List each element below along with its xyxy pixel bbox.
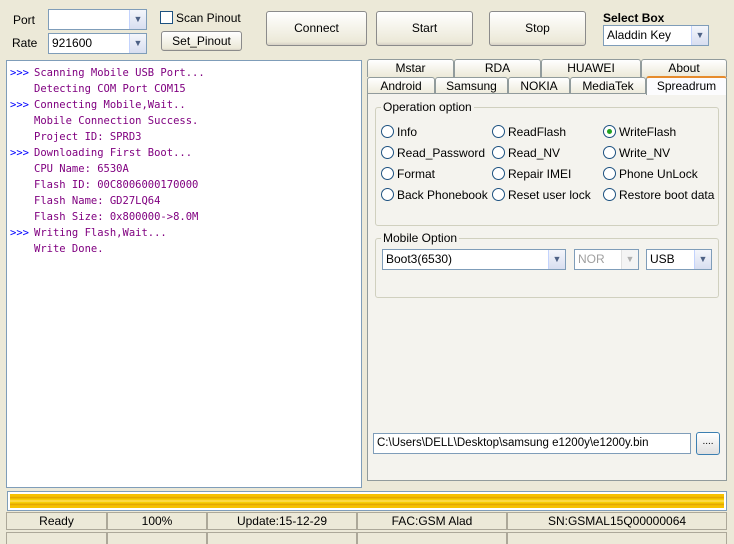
log-line: CPU Name: 6530A (34, 163, 129, 175)
scan-pinout-checkbox[interactable]: Scan Pinout (160, 11, 241, 25)
status-update: Update:15-12-29 (207, 512, 357, 530)
radio-write-nv[interactable]: Write_NV (603, 146, 670, 160)
operation-option-title: Operation option (381, 100, 474, 114)
radio-phone-unlock[interactable]: Phone UnLock (603, 167, 698, 181)
radio-repair-imei[interactable]: Repair IMEI (492, 167, 571, 181)
chevron-down-icon[interactable]: ▼ (691, 26, 708, 45)
log-line: >>> Writing Flash,Wait... (10, 227, 167, 239)
mobile-option-group: Mobile Option Boot3(6530) ▼ NOR ▼ USB ▼ (375, 231, 719, 298)
rate-select[interactable]: 921600 ▼ (48, 33, 147, 54)
radio-icon[interactable] (381, 167, 394, 180)
file-path-input[interactable]: C:\Users\DELL\Desktop\samsung e1200y\e12… (373, 433, 691, 454)
status-cell-empty (207, 532, 357, 544)
log-line: Project ID: SPRD3 (34, 131, 142, 143)
radio-readflash[interactable]: ReadFlash (492, 125, 566, 139)
progress-bar (7, 491, 727, 511)
radio-selected-icon[interactable] (603, 125, 616, 138)
mobile-option-title: Mobile Option (381, 231, 460, 245)
select-box-value: Aladdin Key (607, 28, 672, 42)
boot-value: Boot3(6530) (386, 252, 453, 266)
radio-icon[interactable] (603, 146, 616, 159)
radio-icon[interactable] (603, 167, 616, 180)
select-box-label: Select Box (603, 11, 665, 25)
start-button[interactable]: Start (376, 11, 473, 46)
status-cell-empty (507, 532, 727, 544)
boot-select[interactable]: Boot3(6530) ▼ (382, 249, 566, 270)
log-line: >>> Scanning Mobile USB Port... (10, 67, 205, 79)
radio-icon[interactable] (492, 188, 505, 201)
port-select[interactable]: ▼ (48, 9, 147, 30)
log-line: Flash ID: 00C8006000170000 (34, 179, 199, 191)
checkbox-icon[interactable] (160, 11, 173, 24)
log-line: Write Done. (34, 243, 104, 255)
radio-info[interactable]: Info (381, 125, 417, 139)
radio-read-nv[interactable]: Read_NV (492, 146, 560, 160)
chevron-down-icon[interactable]: ▼ (129, 10, 146, 29)
status-fac: FAC:GSM Alad (357, 512, 507, 530)
set-pinout-button[interactable]: Set_Pinout (161, 31, 242, 51)
flash-type-select: NOR ▼ (574, 249, 639, 270)
tab-about[interactable]: About (641, 59, 727, 77)
radio-icon[interactable] (492, 146, 505, 159)
status-percent: 100% (107, 512, 207, 530)
radio-restore-boot-data[interactable]: Restore boot data (603, 188, 714, 202)
status-state: Ready (6, 512, 107, 530)
rate-value: 921600 (52, 36, 93, 50)
log-line: >>> Connecting Mobile,Wait.. (10, 99, 186, 111)
radio-format[interactable]: Format (381, 167, 435, 181)
spreadrum-tab-panel: Operation option Info ReadFlash WriteFla… (367, 93, 727, 481)
radio-icon[interactable] (603, 188, 616, 201)
radio-reset-user-lock[interactable]: Reset user lock (492, 188, 591, 202)
tab-rda[interactable]: RDA (454, 59, 541, 77)
rate-label: Rate (12, 36, 38, 50)
port-label: Port (13, 13, 36, 27)
radio-icon[interactable] (492, 125, 505, 138)
connection-select[interactable]: USB ▼ (646, 249, 712, 270)
log-line: Flash Name: GD27LQ64 (34, 195, 161, 207)
connection-value: USB (650, 252, 675, 266)
log-line: Mobile Connection Success. (34, 115, 199, 127)
log-line: >>> Downloading First Boot... (10, 147, 193, 159)
select-box-select[interactable]: Aladdin Key ▼ (603, 25, 709, 46)
radio-writeflash[interactable]: WriteFlash (603, 125, 676, 139)
status-cell-empty (357, 532, 507, 544)
chevron-down-icon: ▼ (621, 250, 638, 269)
radio-read-password[interactable]: Read_Password (381, 146, 485, 160)
operation-option-group: Operation option Info ReadFlash WriteFla… (375, 100, 719, 226)
tab-mstar[interactable]: Mstar (367, 59, 454, 77)
log-line: Flash Size: 0x800000->8.0M (34, 211, 199, 223)
radio-icon[interactable] (492, 167, 505, 180)
radio-icon[interactable] (381, 125, 394, 138)
connect-button[interactable]: Connect (266, 11, 367, 46)
radio-icon[interactable] (381, 146, 394, 159)
tab-spreadrum[interactable]: Spreadrum (646, 76, 727, 95)
flash-type-value: NOR (578, 252, 605, 266)
radio-icon[interactable] (381, 188, 394, 201)
chevron-down-icon[interactable]: ▼ (694, 250, 711, 269)
log-line: Detecting COM Port COM15 (34, 83, 186, 95)
radio-back-phonebook[interactable]: Back Phonebook (381, 188, 488, 202)
scan-pinout-label: Scan Pinout (176, 11, 241, 25)
status-sn: SN:GSMAL15Q00000064 (507, 512, 727, 530)
tab-huawei[interactable]: HUAWEI (541, 59, 641, 77)
stop-button[interactable]: Stop (489, 11, 586, 46)
status-cell-empty (107, 532, 207, 544)
progress-fill (10, 494, 724, 508)
status-cell-empty (6, 532, 107, 544)
chevron-down-icon[interactable]: ▼ (548, 250, 565, 269)
browse-button[interactable]: .... (696, 432, 720, 455)
chevron-down-icon[interactable]: ▼ (129, 34, 146, 53)
log-panel[interactable]: >>> Scanning Mobile USB Port... Detecting… (6, 60, 362, 488)
